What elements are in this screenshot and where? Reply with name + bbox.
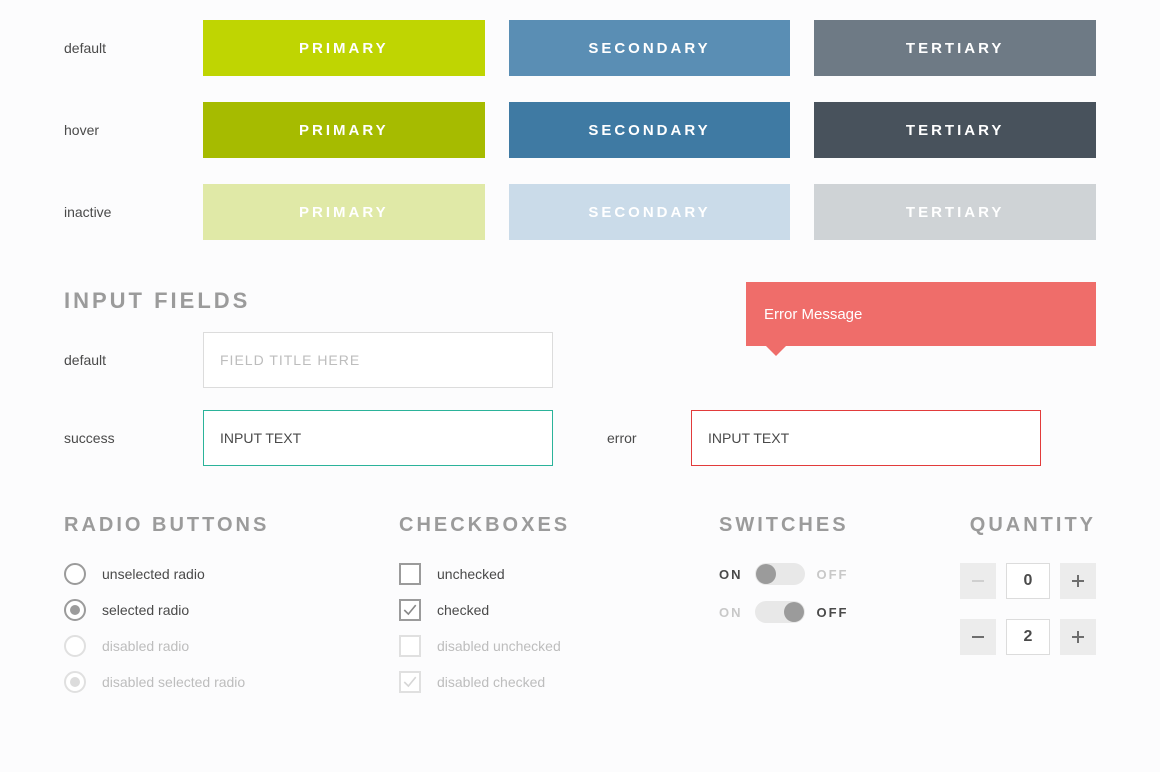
switch-knob-icon (784, 602, 804, 622)
minus-icon (970, 629, 986, 645)
checkbox-label: checked (437, 602, 489, 618)
tertiary-button-inactive: TERTIARY (814, 184, 1096, 240)
checkbox-disabled-unchecked: disabled unchecked (399, 635, 719, 657)
switch-off-label: OFF (817, 605, 849, 620)
quantity-increment-button[interactable] (1060, 619, 1096, 655)
radio-label: unselected radio (102, 566, 205, 582)
switch-off-row: ON OFF (719, 601, 919, 623)
primary-button-default[interactable]: PRIMARY (203, 20, 485, 76)
radio-buttons-section: RADIO BUTTONS unselected radio selected … (64, 514, 399, 707)
radio-icon (64, 563, 86, 585)
quantity-stepper-2: 2 (919, 619, 1096, 655)
button-states-grid: default PRIMARY SECONDARY TERTIARY hover… (64, 20, 1096, 240)
switch-on-label: ON (719, 605, 743, 620)
switches-section: SWITCHES ON OFF ON OFF (719, 514, 919, 707)
input-fields-block: default FIELD TITLE HERE Error Message s… (64, 332, 1096, 466)
quantity-section: QUANTITY 0 2 (919, 514, 1096, 707)
quantity-stepper-1: 0 (919, 563, 1096, 599)
section-heading-quantity: QUANTITY (919, 514, 1096, 537)
secondary-button-default[interactable]: SECONDARY (509, 20, 791, 76)
primary-button-hover[interactable]: PRIMARY (203, 102, 485, 158)
error-tooltip: Error Message (746, 282, 1096, 346)
text-input-error[interactable]: INPUT TEXT (691, 410, 1041, 466)
checkboxes-section: CHECKBOXES unchecked checked disabled un… (399, 514, 719, 707)
secondary-button-hover[interactable]: SECONDARY (509, 102, 791, 158)
input-label-success: success (64, 430, 179, 446)
checkbox-unchecked[interactable]: unchecked (399, 563, 719, 585)
switch-toggle[interactable] (755, 601, 805, 623)
radio-disabled: disabled radio (64, 635, 399, 657)
radio-icon (64, 599, 86, 621)
checkbox-icon (399, 563, 421, 585)
text-input-default[interactable]: FIELD TITLE HERE (203, 332, 553, 388)
switch-knob-icon (756, 564, 776, 584)
quantity-decrement-button[interactable] (960, 619, 996, 655)
switch-toggle[interactable] (755, 563, 805, 585)
checkbox-icon (399, 599, 421, 621)
switch-off-label: OFF (817, 567, 849, 582)
checkbox-label: unchecked (437, 566, 505, 582)
plus-icon (1070, 573, 1086, 589)
plus-icon (1070, 629, 1086, 645)
checkbox-icon (399, 671, 421, 693)
tertiary-button-default[interactable]: TERTIARY (814, 20, 1096, 76)
section-heading-switches: SWITCHES (719, 514, 919, 537)
radio-icon (64, 671, 86, 693)
radio-disabled-selected: disabled selected radio (64, 671, 399, 693)
radio-label: selected radio (102, 602, 189, 618)
button-row-label-inactive: inactive (64, 184, 179, 240)
text-input-success[interactable]: INPUT TEXT (203, 410, 553, 466)
tertiary-button-hover[interactable]: TERTIARY (814, 102, 1096, 158)
radio-label: disabled selected radio (102, 674, 245, 690)
radio-selected[interactable]: selected radio (64, 599, 399, 621)
switch-on-label: ON (719, 567, 743, 582)
radio-icon (64, 635, 86, 657)
checkbox-label: disabled unchecked (437, 638, 561, 654)
button-row-label-default: default (64, 20, 179, 76)
minus-icon (970, 573, 986, 589)
quantity-value[interactable]: 2 (1006, 619, 1050, 655)
checkbox-disabled-checked: disabled checked (399, 671, 719, 693)
section-heading-radio-buttons: RADIO BUTTONS (64, 514, 399, 537)
quantity-increment-button[interactable] (1060, 563, 1096, 599)
button-row-label-hover: hover (64, 102, 179, 158)
input-label-default: default (64, 352, 179, 368)
checkbox-label: disabled checked (437, 674, 545, 690)
switch-on-row: ON OFF (719, 563, 919, 585)
quantity-value[interactable]: 0 (1006, 563, 1050, 599)
checkbox-icon (399, 635, 421, 657)
primary-button-inactive: PRIMARY (203, 184, 485, 240)
quantity-decrement-button[interactable] (960, 563, 996, 599)
secondary-button-inactive: SECONDARY (509, 184, 791, 240)
radio-label: disabled radio (102, 638, 189, 654)
radio-unselected[interactable]: unselected radio (64, 563, 399, 585)
input-label-error: error (577, 430, 667, 446)
checkbox-checked[interactable]: checked (399, 599, 719, 621)
section-heading-checkboxes: CHECKBOXES (399, 514, 719, 537)
